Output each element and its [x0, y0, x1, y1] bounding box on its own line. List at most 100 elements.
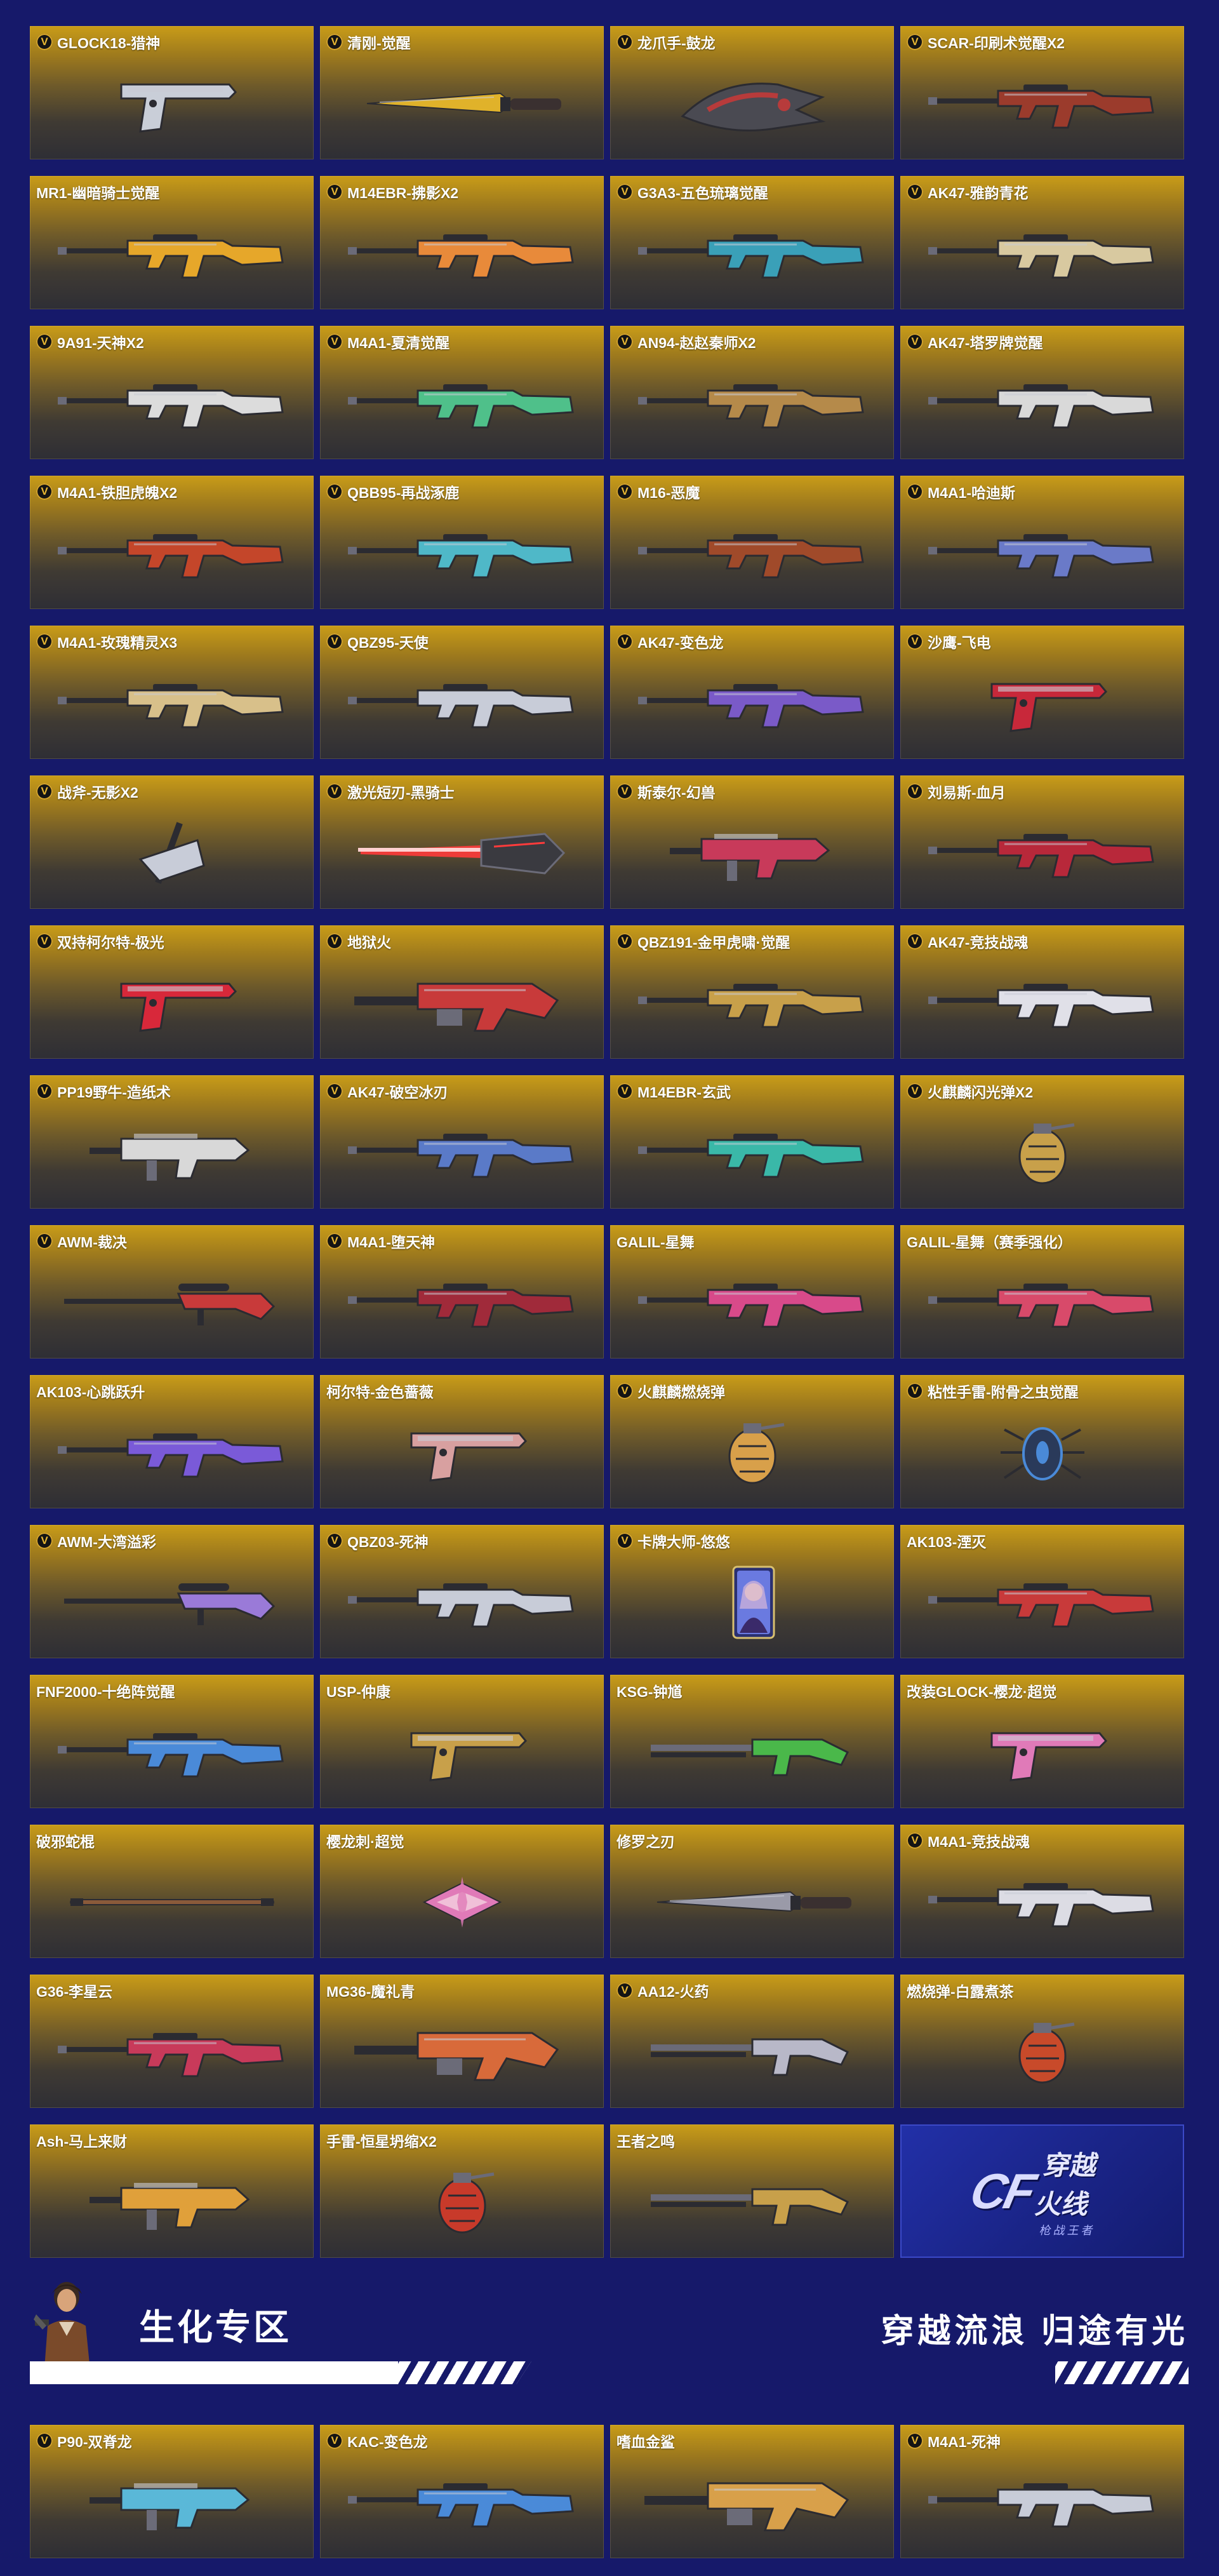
weapon-card[interactable]: V 卡牌大师-悠悠 — [610, 1525, 894, 1658]
weapon-card[interactable]: 修罗之刃 — [610, 1825, 894, 1958]
weapon-card[interactable]: V 斯泰尔-幻兽 — [610, 775, 894, 909]
weapon-card[interactable]: 燃烧弹-白露煮茶 — [900, 1975, 1184, 2108]
weapon-card[interactable]: V M14EBR-玄武 — [610, 1075, 894, 1209]
weapon-card-header: AK103-心跳跃升 — [36, 1380, 145, 1402]
weapon-card[interactable]: 改装GLOCK-樱龙·超觉 — [900, 1675, 1184, 1808]
weapon-card[interactable]: V M14EBR-拂影X2 — [320, 176, 604, 309]
weapon-card[interactable]: V 沙鹰-飞电 — [900, 626, 1184, 759]
weapon-card[interactable]: V 粘性手雷-附骨之虫觉醒 — [900, 1375, 1184, 1508]
grenade-weapon-icon — [922, 1115, 1163, 1191]
weapon-card[interactable]: V 火麒麟闪光弹X2 — [900, 1075, 1184, 1209]
weapon-name: 地狱火 — [347, 934, 391, 951]
weapon-card-header: G36-李星云 — [36, 1980, 112, 2001]
weapon-card[interactable]: V M4A1-竞技战魂 — [900, 1825, 1184, 1958]
weapon-card[interactable]: USP-仲康 — [320, 1675, 604, 1808]
weapon-card[interactable]: V AK47-变色龙 — [610, 626, 894, 759]
weapon-card[interactable]: V AK47-雅韵青花 — [900, 176, 1184, 309]
weapon-card[interactable]: V M4A1-堕天神 — [320, 1225, 604, 1358]
shuriken-weapon-icon — [342, 1864, 583, 1940]
weapon-card[interactable]: 王者之鸣 — [610, 2124, 894, 2258]
vip-badge-icon: V — [616, 1383, 633, 1399]
vip-badge-icon: V — [616, 1083, 633, 1099]
weapon-name: M4A1-哈迪斯 — [928, 485, 1016, 501]
weapon-card-header: 燃烧弹-白露煮茶 — [907, 1980, 1014, 2001]
weapon-card[interactable]: V PP19野牛-造纸术 — [30, 1075, 314, 1209]
pistol-weapon-icon — [51, 965, 293, 1041]
weapon-card[interactable]: 樱龙刺·超觉 — [320, 1825, 604, 1958]
weapon-card-header: 王者之鸣 — [616, 2130, 675, 2151]
weapon-name: MR1-幽暗骑士觉醒 — [36, 185, 160, 201]
weapon-card[interactable]: 柯尔特-金色蔷薇 — [320, 1375, 604, 1508]
vip-badge-icon: V — [326, 933, 343, 949]
weapon-card-header: MR1-幽暗骑士觉醒 — [36, 181, 159, 203]
vip-badge-icon: V — [36, 333, 53, 350]
weapon-card[interactable]: V AK47-竞技战魂 — [900, 925, 1184, 1059]
vip-badge-icon: V — [326, 633, 343, 650]
weapon-card[interactable]: V GLOCK18-猎神 — [30, 26, 314, 159]
rifle-weapon-icon — [922, 1265, 1163, 1341]
sniper-weapon-icon — [51, 1564, 293, 1640]
weapon-card[interactable]: V G3A3-五色琉璃觉醒 — [610, 176, 894, 309]
weapon-card[interactable]: V QBB95-再战涿鹿 — [320, 476, 604, 609]
weapon-card[interactable]: V 火麒麟燃烧弹 — [610, 1375, 894, 1508]
weapon-card[interactable]: G36-李星云 — [30, 1975, 314, 2108]
weapon-card[interactable]: Ash-马上来财 — [30, 2124, 314, 2258]
weapon-name: M4A1-竞技战魂 — [928, 1834, 1030, 1850]
weapon-card[interactable]: MR1-幽暗骑士觉醒 — [30, 176, 314, 309]
weapon-card[interactable]: V 地狱火 — [320, 925, 604, 1059]
weapon-card-header: V P90-双脊龙 — [36, 2430, 132, 2452]
weapon-card[interactable]: V AWM-大湾溢彩 — [30, 1525, 314, 1658]
weapon-card-header: V M16-恶魔 — [616, 481, 700, 502]
weapon-card[interactable]: V QBZ191-金甲虎啸·觉醒 — [610, 925, 894, 1059]
weapon-card[interactable]: V 龙爪手-鼓龙 — [610, 26, 894, 159]
rifle-weapon-icon — [342, 1564, 583, 1640]
weapon-card[interactable]: AK103-湮灭 — [900, 1525, 1184, 1658]
weapon-name: M16-恶魔 — [637, 485, 700, 501]
weapon-card[interactable]: V P90-双脊龙 — [30, 2425, 314, 2558]
weapon-card[interactable]: V 刘易斯-血月 — [900, 775, 1184, 909]
weapon-card[interactable]: V AWM-裁决 — [30, 1225, 314, 1358]
weapon-card-header: V AK47-破空冰刃 — [326, 1080, 448, 1102]
rifle-weapon-icon — [922, 515, 1163, 591]
weapon-card[interactable]: V M4A1-死神 — [900, 2425, 1184, 2558]
weapon-card[interactable]: GALIL-星舞（赛季强化） — [900, 1225, 1184, 1358]
weapon-card-header: V M14EBR-拂影X2 — [326, 181, 458, 203]
cf-mark-icon: CF — [965, 2163, 1039, 2219]
weapon-card[interactable]: V M16-恶魔 — [610, 476, 894, 609]
weapon-card[interactable]: MG36-魔礼青 — [320, 1975, 604, 2108]
weapon-card[interactable]: V M4A1-哈迪斯 — [900, 476, 1184, 609]
weapon-card[interactable]: AK103-心跳跃升 — [30, 1375, 314, 1508]
weapon-name: SCAR-印刷术觉醒X2 — [928, 35, 1065, 51]
weapon-card[interactable]: V M4A1-玫瑰精灵X3 — [30, 626, 314, 759]
weapon-card[interactable]: V AA12-火药 — [610, 1975, 894, 2108]
weapon-card[interactable]: FNF2000-十绝阵觉醒 — [30, 1675, 314, 1808]
weapon-card[interactable]: V 战斧-无影X2 — [30, 775, 314, 909]
weapon-card[interactable]: V AK47-塔罗牌觉醒 — [900, 326, 1184, 459]
weapon-name: 手雷-恒星坍缩X2 — [326, 2133, 437, 2150]
weapon-card[interactable]: V 激光短刃-黑骑士 — [320, 775, 604, 909]
weapon-name: 改装GLOCK-樱龙·超觉 — [907, 1684, 1057, 1700]
weapon-card[interactable]: 手雷-恒星坍缩X2 — [320, 2124, 604, 2258]
weapon-card[interactable]: 破邪蛇棍 — [30, 1825, 314, 1958]
weapon-card[interactable]: GALIL-星舞 — [610, 1225, 894, 1358]
weapon-card[interactable]: KSG-钟馗 — [610, 1675, 894, 1808]
weapon-card-header: AK103-湮灭 — [907, 1530, 986, 1552]
weapon-card[interactable]: V AK47-破空冰刃 — [320, 1075, 604, 1209]
weapon-card[interactable]: V M4A1-铁胆虎魄X2 — [30, 476, 314, 609]
vip-badge-icon: V — [36, 1083, 53, 1099]
weapon-card[interactable]: V KAC-变色龙 — [320, 2425, 604, 2558]
weapon-card[interactable]: V QBZ95-天使 — [320, 626, 604, 759]
weapon-name: M4A1-夏清觉醒 — [347, 335, 450, 351]
weapon-card[interactable]: 嗜血金鲨 — [610, 2425, 894, 2558]
laser-weapon-icon — [342, 815, 583, 891]
weapon-card[interactable]: V AN94-赵赵秦师X2 — [610, 326, 894, 459]
weapon-card[interactable]: V M4A1-夏清觉醒 — [320, 326, 604, 459]
grenade-weapon-icon — [632, 1414, 873, 1491]
weapon-card[interactable]: V SCAR-印刷术觉醒X2 — [900, 26, 1184, 159]
weapon-card[interactable]: V 9A91-天神X2 — [30, 326, 314, 459]
weapon-card[interactable]: V 双持柯尔特-极光 — [30, 925, 314, 1059]
weapon-card[interactable]: V 清刚-觉醒 — [320, 26, 604, 159]
weapon-card[interactable]: V QBZ03-死神 — [320, 1525, 604, 1658]
rifle-weapon-icon — [632, 965, 873, 1041]
weapon-name: 柯尔特-金色蔷薇 — [326, 1384, 434, 1400]
